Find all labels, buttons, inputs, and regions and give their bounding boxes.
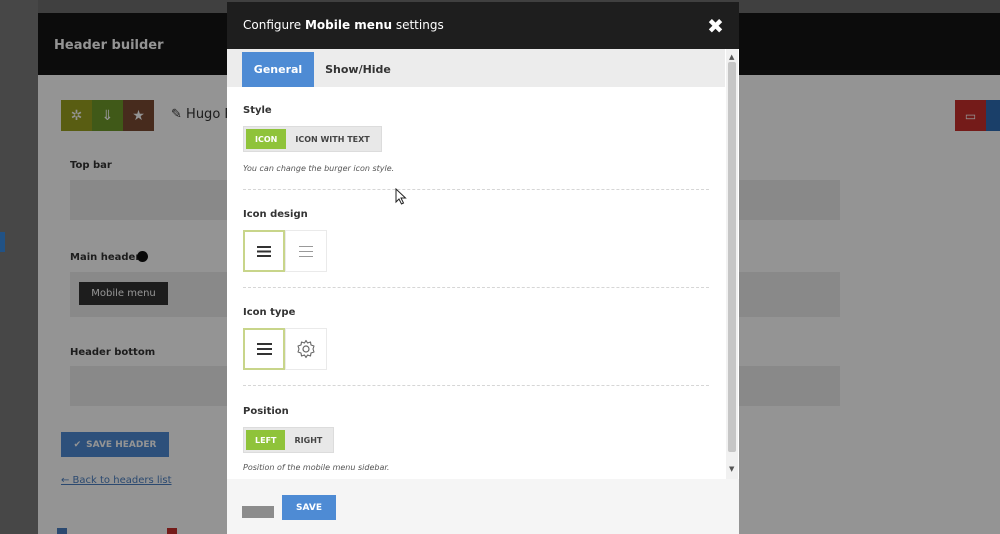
close-icon: ✖	[707, 13, 724, 38]
style-help-text: You can change the burger icon style.	[243, 164, 395, 173]
scroll-down-arrow-icon[interactable]: ▼	[729, 465, 734, 473]
dialog-tabs: General Show/Hide	[227, 49, 725, 87]
save-button[interactable]: SAVE	[282, 495, 336, 520]
burger-thin-icon	[299, 245, 313, 257]
dialog-header: Configure Mobile menu settings ✖	[227, 2, 739, 49]
style-label: Style	[243, 105, 272, 116]
dialog-footer: SAVE	[227, 479, 739, 534]
close-button[interactable]: ✖	[692, 2, 739, 49]
tab-general[interactable]: General	[242, 52, 314, 87]
scroll-up-arrow-icon[interactable]: ▲	[729, 53, 734, 61]
position-label: Position	[243, 406, 289, 417]
style-toggle: ICON ICON WITH TEXT	[243, 126, 382, 152]
style-option-icon[interactable]: ICON	[246, 129, 287, 149]
icon-type-option-burger[interactable]	[243, 328, 285, 370]
divider	[243, 287, 709, 288]
configure-mobile-menu-dialog: Configure Mobile menu settings ✖ General…	[227, 2, 739, 534]
burger-icon	[256, 343, 272, 355]
gear-icon	[297, 339, 315, 359]
icon-type-label: Icon type	[243, 307, 296, 318]
tab-show-hide[interactable]: Show/Hide	[314, 52, 402, 87]
cancel-button[interactable]	[242, 506, 274, 518]
settings-panel[interactable]: Style ICON ICON WITH TEXT You can change…	[227, 87, 725, 479]
scrollbar-thumb[interactable]	[728, 62, 736, 452]
position-toggle: LEFT RIGHT	[243, 427, 335, 453]
divider	[243, 385, 709, 386]
position-option-left[interactable]: LEFT	[246, 430, 286, 450]
icon-design-label: Icon design	[243, 209, 308, 220]
divider	[243, 189, 709, 190]
dialog-title: Configure Mobile menu settings	[243, 18, 444, 32]
icon-design-option-2[interactable]	[285, 230, 327, 272]
position-option-right[interactable]: RIGHT	[285, 430, 331, 450]
position-help-text: Position of the mobile menu sidebar.	[243, 463, 390, 472]
icon-type-option-gear[interactable]	[285, 328, 327, 370]
burger-icon	[257, 245, 271, 257]
scrollbar[interactable]: ▲ ▼	[726, 49, 738, 479]
mouse-cursor-icon	[395, 188, 407, 205]
style-option-icon-with-text[interactable]: ICON WITH TEXT	[286, 129, 378, 149]
icon-design-option-1[interactable]	[243, 230, 285, 272]
